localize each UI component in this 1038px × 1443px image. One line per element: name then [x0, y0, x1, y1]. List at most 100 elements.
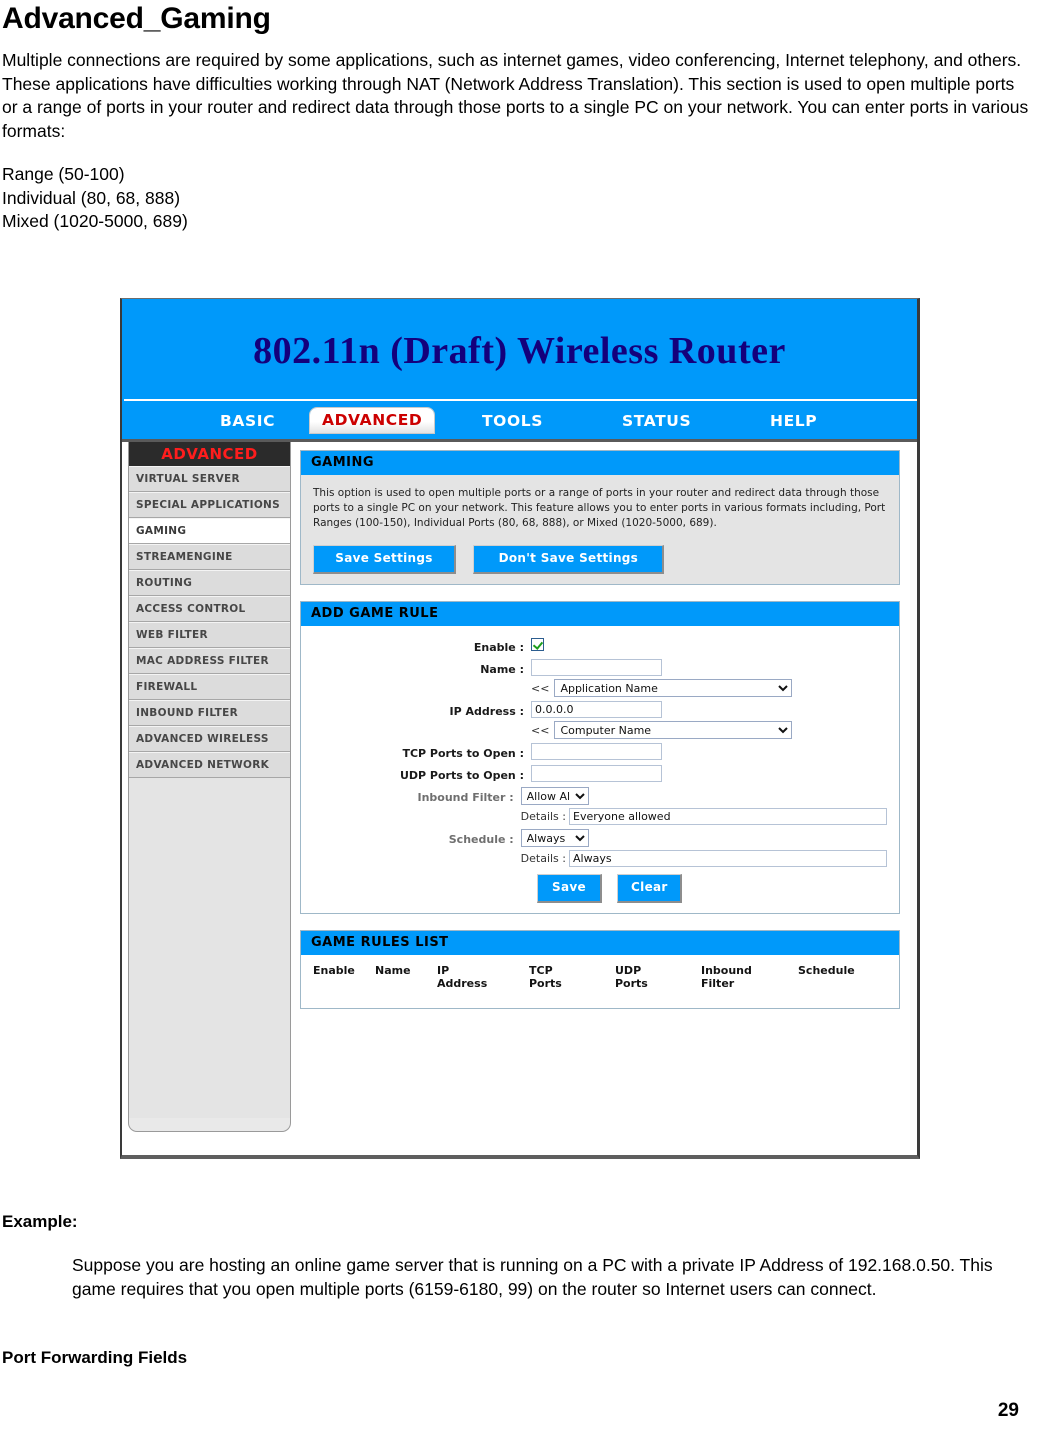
router-nav-bar: BASIC ADVANCED TOOLS STATUS HELP [122, 407, 917, 442]
intro-paragraph: Multiple connections are required by som… [2, 50, 1029, 141]
inbound-details-label: Details : [520, 810, 566, 823]
game-rules-table: Enable Name IP Address TCP Ports UDP Por… [305, 955, 895, 1004]
example-body: Suppose you are hosting an online game s… [72, 1255, 993, 1299]
sidebar-item-advanced-wireless[interactable]: ADVANCED WIRELESS [129, 726, 290, 752]
sidebar: ADVANCED VIRTUAL SERVER SPECIAL APPLICAT… [128, 442, 291, 1132]
inbound-filter-label: Inbound Filter : [417, 791, 514, 804]
col-name: Name [375, 964, 411, 977]
computer-name-select[interactable]: Computer Name [554, 721, 793, 739]
col-ip-address: IP Address [437, 955, 529, 1004]
table-header-row: Enable Name IP Address TCP Ports UDP Por… [305, 955, 895, 1004]
sidebar-item-gaming[interactable]: GAMING [129, 518, 290, 544]
inbound-filter-select[interactable]: Allow All [520, 787, 589, 805]
game-rules-table-head: Enable Name IP Address TCP Ports UDP Por… [305, 955, 895, 1004]
col-inbound-line1: Inbound [701, 964, 752, 977]
row-tcp-ports: TCP Ports to Open : [313, 743, 887, 761]
add-game-rule-body: Enable : Name : << Application Name IP A… [301, 626, 899, 913]
schedule-details-label: Details : [520, 852, 566, 865]
name-input[interactable] [531, 659, 662, 676]
game-rules-list-panel: GAME RULES LIST Enable Name IP Address T… [300, 930, 900, 1009]
port-format-examples: Range (50-100) Individual (80, 68, 888) … [2, 163, 1038, 234]
gaming-panel-heading: GAMING [301, 451, 899, 475]
router-header: 802.11n (Draft) Wireless Router [122, 299, 917, 407]
col-enable: Enable [313, 964, 355, 977]
sidebar-item-inbound-filter[interactable]: INBOUND FILTER [129, 700, 290, 726]
add-game-rule-actions: Save Clear [537, 874, 887, 903]
dont-save-settings-button[interactable]: Don't Save Settings [473, 545, 665, 574]
ip-address-field: << Computer Name [531, 701, 887, 739]
sidebar-item-access-control[interactable]: ACCESS CONTROL [129, 596, 290, 622]
inbound-filter-details-row: Details : [521, 808, 887, 825]
sidebar-item-advanced-network[interactable]: ADVANCED NETWORK [129, 752, 290, 778]
router-brand-title: 802.11n (Draft) Wireless Router [253, 330, 786, 372]
app-arrow-icon: << [531, 681, 550, 695]
row-schedule: Schedule : Always Details : [313, 829, 887, 867]
page-number: 29 [997, 1400, 1019, 1421]
page-title: Advanced_Gaming [2, 2, 271, 35]
col-udp-line1: UDP [615, 964, 642, 977]
row-udp-ports: UDP Ports to Open : [313, 765, 887, 783]
tab-status[interactable]: STATUS [622, 412, 691, 430]
udp-ports-input[interactable] [531, 765, 662, 782]
game-rules-list-heading: GAME RULES LIST [301, 931, 899, 955]
ip-address-input[interactable] [531, 701, 662, 718]
content-column: GAMING This option is used to open multi… [300, 450, 900, 1025]
header-divider [124, 399, 917, 401]
router-admin-screenshot: 802.11n (Draft) Wireless Router BASIC AD… [120, 298, 920, 1159]
add-game-rule-panel: ADD GAME RULE Enable : Name : << Applica… [300, 601, 900, 914]
tab-help[interactable]: HELP [770, 412, 817, 430]
col-udp-line2: Ports [615, 977, 648, 990]
col-ip-line1: IP [437, 964, 450, 977]
enable-label: Enable : [473, 641, 524, 654]
col-ip-line2: Address [437, 977, 488, 990]
udp-ports-label: UDP Ports to Open : [399, 769, 524, 782]
tab-advanced[interactable]: ADVANCED [310, 408, 435, 433]
col-inbound-filter: Inbound Filter [701, 955, 798, 1004]
computer-arrow-icon: << [531, 723, 550, 737]
row-ip-address: IP Address : << Computer Name [313, 701, 887, 739]
schedule-details-input[interactable] [569, 850, 887, 867]
schedule-field: Always Details : [520, 829, 887, 867]
gaming-description: This option is used to open multiple por… [313, 487, 886, 529]
ip-address-label: IP Address : [449, 705, 524, 718]
tcp-ports-label: TCP Ports to Open : [402, 747, 524, 760]
clear-button[interactable]: Clear [617, 874, 683, 903]
inbound-filter-field: Allow All Details : [520, 787, 887, 825]
row-inbound-filter: Inbound Filter : Allow All Details : [313, 787, 887, 825]
col-tcp-line1: TCP [529, 964, 553, 977]
router-body: ADVANCED VIRTUAL SERVER SPECIAL APPLICAT… [122, 442, 917, 1155]
col-inbound-line2: Filter [701, 977, 735, 990]
schedule-details-row: Details : [521, 850, 887, 867]
sidebar-item-mac-address-filter[interactable]: MAC ADDRESS FILTER [129, 648, 290, 674]
sidebar-item-streamengine[interactable]: STREAMENGINE [129, 544, 290, 570]
inbound-details-input[interactable] [569, 808, 887, 825]
name-field: << Application Name [531, 659, 887, 697]
tcp-ports-field [531, 743, 887, 760]
sidebar-item-virtual-server[interactable]: VIRTUAL SERVER [129, 466, 290, 492]
tab-basic[interactable]: BASIC [220, 412, 275, 430]
application-name-select[interactable]: Application Name [554, 679, 793, 697]
tcp-ports-input[interactable] [531, 743, 662, 760]
save-settings-button[interactable]: Save Settings [313, 545, 456, 574]
save-button[interactable]: Save [537, 874, 602, 903]
udp-ports-field [531, 765, 887, 782]
sidebar-item-web-filter[interactable]: WEB FILTER [129, 622, 290, 648]
format-individual: Individual (80, 68, 888) [2, 187, 181, 208]
add-game-rule-heading: ADD GAME RULE [301, 602, 899, 626]
gaming-panel-body: This option is used to open multiple por… [301, 475, 899, 584]
schedule-label: Schedule : [448, 833, 514, 846]
computer-name-row: << Computer Name [531, 721, 887, 739]
name-label: Name : [480, 663, 524, 676]
enable-field [531, 637, 887, 652]
sidebar-title: ADVANCED [129, 442, 290, 466]
sidebar-item-routing[interactable]: ROUTING [129, 570, 290, 596]
tab-tools[interactable]: TOOLS [482, 412, 543, 430]
sidebar-item-special-applications[interactable]: SPECIAL APPLICATIONS [129, 492, 290, 518]
example-heading: Example: [2, 1212, 78, 1231]
enable-checkbox[interactable] [531, 637, 544, 651]
sidebar-item-firewall[interactable]: FIREWALL [129, 674, 290, 700]
sidebar-filler [129, 778, 290, 1118]
col-tcp-ports: TCP Ports [529, 955, 615, 1004]
application-name-row: << Application Name [531, 679, 887, 697]
schedule-select[interactable]: Always [520, 829, 589, 847]
